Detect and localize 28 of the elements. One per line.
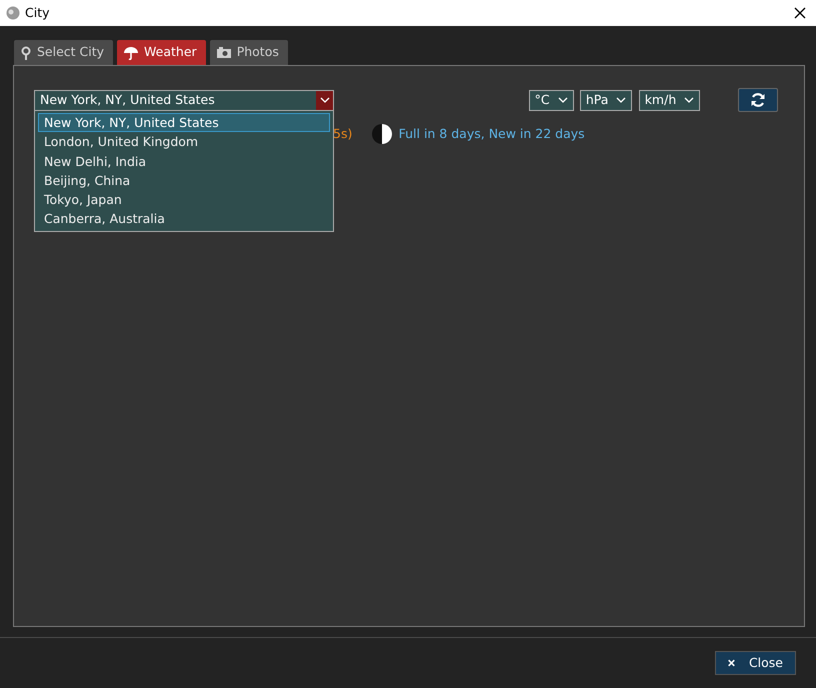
close-icon — [728, 658, 735, 668]
close-button[interactable]: Close — [715, 651, 796, 675]
window-title: City — [25, 4, 50, 22]
city-dropdown[interactable]: New York, NY, United States — [34, 90, 334, 110]
umbrella-icon — [124, 46, 138, 60]
tab[interactable]: Weather — [116, 39, 207, 65]
refresh-button[interactable] — [738, 88, 778, 112]
unit-dropdown[interactable]: hPa — [580, 90, 632, 110]
status-text: 5s) — [333, 124, 352, 143]
chevron-down-icon — [684, 97, 694, 103]
chevron-down-icon — [558, 97, 568, 103]
dropdown-option[interactable]: New Delhi, India — [38, 152, 330, 171]
tab[interactable]: Photos — [208, 39, 289, 65]
dropdown-option[interactable]: Beijing, China — [38, 170, 330, 190]
camera-icon — [216, 47, 231, 58]
tab[interactable]: Select City — [13, 39, 114, 65]
dropdown-option[interactable]: Canberra, Australia — [38, 209, 330, 229]
dropdown-option[interactable]: Tokyo, Japan — [38, 190, 330, 210]
chevron-down-icon — [616, 97, 626, 103]
app-globe-icon — [6, 6, 20, 20]
moon-phase-text: Full in 8 days, New in 22 days — [398, 124, 585, 143]
unit-dropdown[interactable]: km/h — [638, 90, 700, 110]
refresh-icon — [750, 93, 766, 107]
dropdown-option[interactable]: New York, NY, United States — [38, 113, 330, 132]
half-moon-icon — [372, 124, 392, 144]
pin-icon — [21, 46, 31, 60]
unit-dropdown[interactable]: °C — [528, 90, 574, 110]
dropdown-option[interactable]: London, United Kingdom — [38, 132, 330, 152]
